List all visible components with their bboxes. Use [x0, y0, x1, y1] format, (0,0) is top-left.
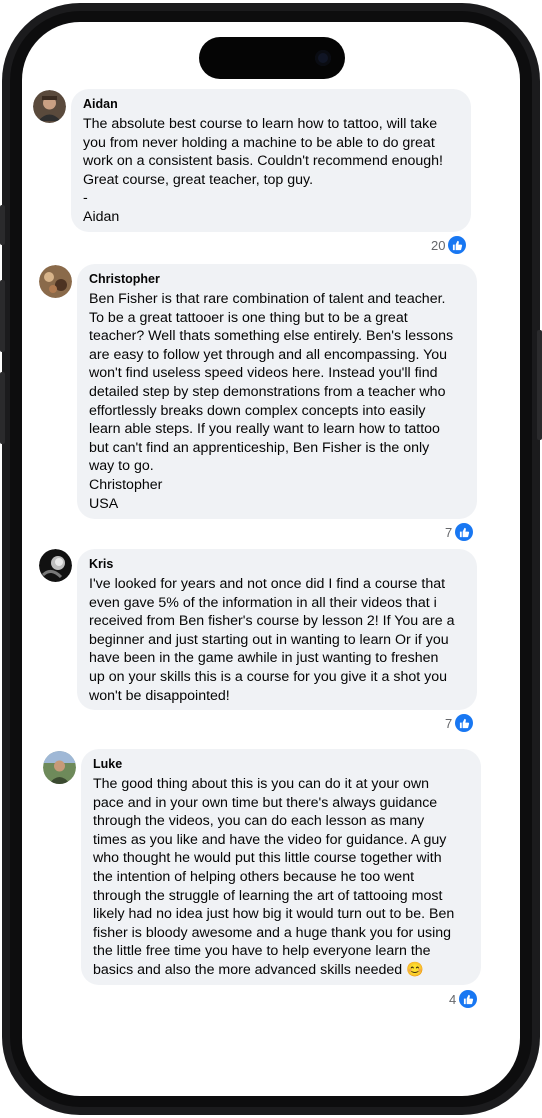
reaction-count[interactable]: 4 [449, 990, 478, 1008]
reaction-count-label: 7 [445, 715, 453, 731]
comment-bubble: Christopher Ben Fisher is that rare comb… [77, 264, 477, 519]
commenter-name[interactable]: Aidan [83, 97, 459, 111]
avatar[interactable] [43, 751, 76, 784]
reaction-count[interactable]: 7 [445, 714, 474, 732]
camera-icon [315, 50, 331, 66]
thumbs-up-icon [448, 236, 467, 254]
action-button [0, 205, 5, 245]
comment-bubble: Luke The good thing about this is you ca… [81, 749, 481, 985]
thumbs-up-icon [455, 523, 474, 541]
volume-down-button [0, 372, 5, 444]
reaction-count[interactable]: 7 [445, 523, 474, 541]
comment-text: Ben Fisher is that rare combination of t… [89, 291, 454, 512]
comment-bubble: Aidan The absolute best course to learn … [71, 89, 471, 232]
commenter-name[interactable]: Luke [93, 757, 469, 771]
power-button [537, 330, 542, 440]
comment-bubble: Kris I've looked for years and not once … [77, 549, 477, 710]
comment-text: The good thing about this is you can do … [93, 776, 455, 978]
commenter-name[interactable]: Kris [89, 557, 465, 571]
avatar[interactable] [33, 90, 66, 123]
avatar[interactable] [39, 549, 72, 582]
comment-text: I've looked for years and not once did I… [89, 576, 455, 704]
thumbs-up-icon [459, 990, 478, 1008]
reaction-count-label: 4 [449, 991, 457, 1007]
avatar[interactable] [39, 265, 72, 298]
reaction-count[interactable]: 20 [431, 236, 467, 254]
dynamic-island [199, 37, 345, 79]
reaction-count-label: 20 [431, 237, 446, 253]
thumbs-up-icon [455, 714, 474, 732]
comment-text: The absolute best course to learn how to… [83, 116, 443, 225]
volume-up-button [0, 280, 5, 352]
commenter-name[interactable]: Christopher [89, 272, 465, 286]
screen: Aidan The absolute best course to learn … [22, 22, 520, 1096]
reaction-count-label: 7 [445, 524, 453, 540]
